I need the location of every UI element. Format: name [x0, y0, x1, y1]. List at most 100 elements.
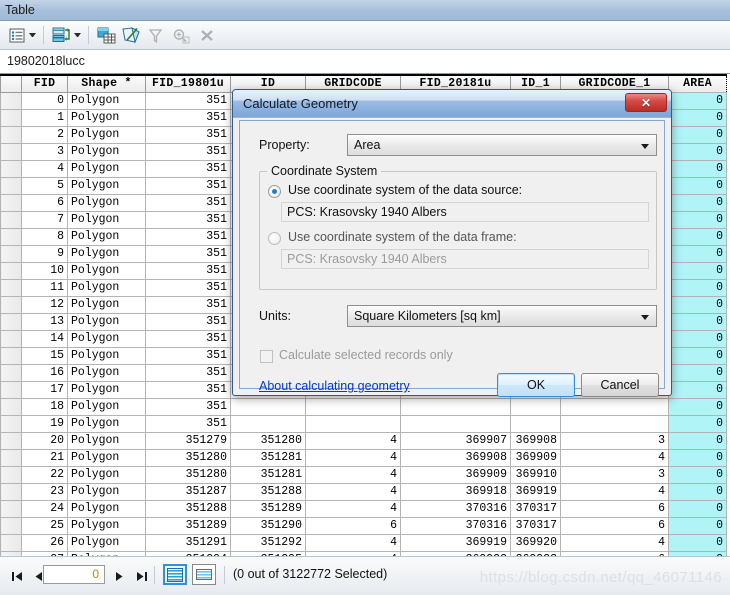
row-select-cell[interactable] — [0, 193, 22, 212]
cell-f1980[interactable]: 351 — [145, 159, 231, 178]
cell-fid[interactable]: 26 — [21, 533, 68, 552]
layer-tab-strip[interactable]: 19802018lucc — [0, 50, 730, 74]
cell-f1980[interactable]: 351 — [145, 210, 231, 229]
cell-fid[interactable]: 0 — [21, 91, 68, 110]
cell-f1980[interactable]: 351280 — [145, 448, 231, 467]
cell-area[interactable]: 0 — [668, 227, 727, 246]
cell-fid[interactable]: 24 — [21, 499, 68, 518]
cancel-button[interactable]: Cancel — [581, 373, 659, 397]
property-select[interactable]: Area — [347, 134, 657, 156]
cell-fid[interactable]: 1 — [21, 108, 68, 127]
record-number-input[interactable]: 0 — [43, 565, 105, 584]
cell-area[interactable]: 0 — [668, 380, 727, 399]
row-select-cell[interactable] — [0, 397, 22, 416]
row-select-cell[interactable] — [0, 227, 22, 246]
cell-grid1[interactable]: 3 — [560, 431, 669, 450]
cell-area[interactable]: 0 — [668, 244, 727, 263]
cell-shape[interactable]: Polygon — [67, 278, 146, 297]
cell-area[interactable]: 0 — [668, 108, 727, 127]
cell-fid[interactable]: 14 — [21, 329, 68, 348]
row-select-cell[interactable] — [0, 482, 22, 501]
radio-data-frame[interactable] — [268, 232, 281, 245]
cell-area[interactable]: 0 — [668, 516, 727, 535]
cell-f1980[interactable]: 351291 — [145, 533, 231, 552]
row-select-cell[interactable] — [0, 516, 22, 535]
cell-fid[interactable]: 22 — [21, 465, 68, 484]
cell-shape[interactable]: Polygon — [67, 431, 146, 450]
cell-fid[interactable]: 25 — [21, 516, 68, 535]
cell-shape[interactable]: Polygon — [67, 482, 146, 501]
cell-fid[interactable]: 11 — [21, 278, 68, 297]
cell-grid1[interactable]: 6 — [560, 516, 669, 535]
cell-area[interactable]: 0 — [668, 397, 727, 416]
row-select-cell[interactable] — [0, 295, 22, 314]
cell-shape[interactable]: Polygon — [67, 142, 146, 161]
cell-f2018[interactable] — [400, 397, 511, 416]
cell-area[interactable]: 0 — [668, 210, 727, 229]
cell-fid[interactable]: 10 — [21, 261, 68, 280]
cell-fid[interactable]: 2 — [21, 125, 68, 144]
cell-fid[interactable]: 16 — [21, 363, 68, 382]
table-row[interactable]: 26 Polygon 351291 351292 4 369919 369920 4 0 — [0, 533, 727, 552]
cell-shape[interactable]: Polygon — [67, 499, 146, 518]
cell-area[interactable]: 0 — [668, 142, 727, 161]
cell-f1980[interactable]: 351287 — [145, 482, 231, 501]
cell-shape[interactable]: Polygon — [67, 227, 146, 246]
last-record-icon[interactable] — [132, 568, 150, 584]
cell-fid[interactable]: 15 — [21, 346, 68, 365]
cell-f1980[interactable]: 351 — [145, 176, 231, 195]
cell-grid1[interactable] — [560, 414, 669, 433]
clear-selection-icon[interactable] — [196, 25, 218, 46]
cell-shape[interactable]: Polygon — [67, 91, 146, 110]
row-select-cell[interactable] — [0, 414, 22, 433]
cell-f1980[interactable]: 351279 — [145, 431, 231, 450]
cell-shape[interactable]: Polygon — [67, 244, 146, 263]
cell-f2018[interactable]: 369908 — [400, 448, 511, 467]
table-row[interactable]: 18 Polygon 351 0 — [0, 397, 727, 416]
row-select-cell[interactable] — [0, 448, 22, 467]
cell-shape[interactable]: Polygon — [67, 465, 146, 484]
cell-f1980[interactable]: 351 — [145, 363, 231, 382]
column-header-select-all[interactable] — [0, 74, 22, 93]
ok-button[interactable]: OK — [497, 373, 575, 397]
cell-area[interactable]: 0 — [668, 278, 727, 297]
table-row[interactable]: 21 Polygon 351280 351281 4 369908 369909 4 0 — [0, 448, 727, 467]
cell-shape[interactable]: Polygon — [67, 516, 146, 535]
cell-grid1[interactable]: 4 — [560, 533, 669, 552]
row-select-cell[interactable] — [0, 329, 22, 348]
cell-grid[interactable]: 4 — [305, 431, 401, 450]
cell-area[interactable]: 0 — [668, 533, 727, 552]
cell-shape[interactable]: Polygon — [67, 414, 146, 433]
cell-shape[interactable]: Polygon — [67, 397, 146, 416]
cell-shape[interactable]: Polygon — [67, 261, 146, 280]
cell-grid[interactable]: 4 — [305, 533, 401, 552]
cell-f1980[interactable]: 351289 — [145, 516, 231, 535]
cell-id[interactable]: 351290 — [230, 516, 306, 535]
cell-area[interactable]: 0 — [668, 261, 727, 280]
cell-fid[interactable]: 6 — [21, 193, 68, 212]
cell-area[interactable]: 0 — [668, 159, 727, 178]
cell-f1980[interactable]: 351 — [145, 312, 231, 331]
column-header-fid-19801u[interactable]: FID_19801u — [145, 74, 231, 93]
cell-id1[interactable] — [510, 397, 561, 416]
column-header-fid[interactable]: FID — [21, 74, 68, 93]
cell-area[interactable]: 0 — [668, 431, 727, 450]
cell-grid[interactable]: 4 — [305, 448, 401, 467]
cell-grid[interactable] — [305, 414, 401, 433]
cell-f1980[interactable]: 351280 — [145, 465, 231, 484]
table-view-icon[interactable] — [163, 564, 187, 585]
cell-shape[interactable]: Polygon — [67, 312, 146, 331]
cell-f2018[interactable]: 370316 — [400, 516, 511, 535]
cell-f1980[interactable]: 351 — [145, 142, 231, 161]
close-icon[interactable]: ✕ — [625, 93, 667, 112]
cell-fid[interactable]: 5 — [21, 176, 68, 195]
cell-id1[interactable]: 369919 — [510, 482, 561, 501]
cell-f1980[interactable]: 351 — [145, 91, 231, 110]
cell-fid[interactable]: 7 — [21, 210, 68, 229]
row-select-cell[interactable] — [0, 108, 22, 127]
row-select-cell[interactable] — [0, 363, 22, 382]
table-row[interactable]: 20 Polygon 351279 351280 4 369907 369908 3 0 — [0, 431, 727, 450]
cell-grid1[interactable]: 3 — [560, 465, 669, 484]
cell-shape[interactable]: Polygon — [67, 295, 146, 314]
cell-f1980[interactable]: 351 — [145, 397, 231, 416]
